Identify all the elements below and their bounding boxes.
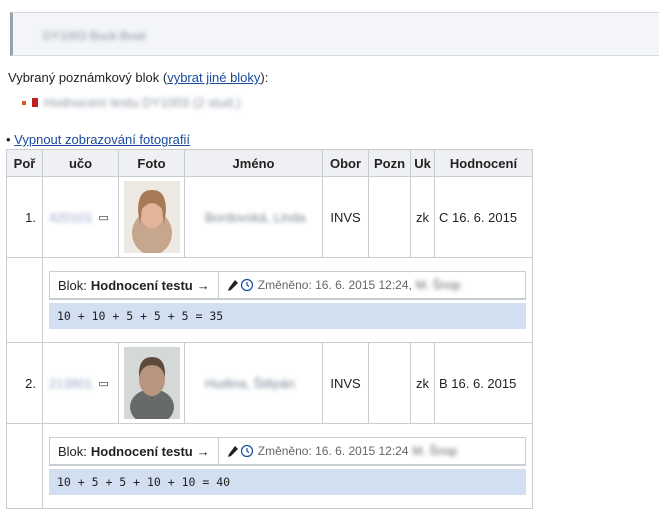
student-name: Hudina, Štěpán (184, 342, 323, 424)
table-header-row: Poř učo Foto Jméno Obor Pozn Uk Hodnocen… (6, 149, 533, 177)
edit-history-icon[interactable] (227, 278, 254, 292)
course-header-text: DY1003 Bock-Bvwl (43, 29, 146, 43)
col-header-completion[interactable]: Uk (410, 149, 435, 177)
col-header-name[interactable]: Jméno (184, 149, 323, 177)
message-icon[interactable]: ▭ (98, 377, 108, 390)
row-order: 1. (6, 176, 43, 258)
history-icon (240, 278, 253, 292)
changed-by: M. Šnop (412, 444, 458, 458)
selected-notebook-suffix: ): (260, 70, 269, 85)
block-name[interactable]: Hodnocení testu (91, 444, 193, 459)
student-name: Bordovská, Linda (184, 176, 323, 258)
row-order: 2. (6, 342, 43, 424)
toggle-photos-link[interactable]: Vypnout zobrazování fotografií (14, 132, 190, 147)
block-detail-row: Blok: Hodnocení testu → Změněno: 16. 6. … (6, 423, 533, 509)
selected-block-name: Hodnocení testu DY1003 (2 stud.) (44, 95, 241, 110)
changed-timestamp: Změněno: 16. 6. 2015 12:24, (257, 278, 412, 292)
selected-notebook-label: Vybraný poznámkový blok ( (8, 70, 168, 85)
block-detail-row: Blok: Hodnocení testu → Změněno: 16. 6. … (6, 257, 533, 343)
student-field: INVS (322, 176, 369, 258)
message-icon[interactable]: ▭ (98, 211, 108, 224)
arrow-right-icon[interactable]: → (197, 278, 210, 293)
block-panel: Blok: Hodnocení testu → Změněno: 16. 6. … (49, 271, 526, 300)
student-note (368, 176, 411, 258)
col-header-field[interactable]: Obor (322, 149, 369, 177)
selected-block-item: Hodnocení testu DY1003 (2 stud.) (22, 95, 241, 110)
changed-by: M. Šnop (415, 278, 461, 292)
toggle-photos-bullet: • (6, 132, 15, 147)
changed-timestamp: Změněno: 16. 6. 2015 12:24 (257, 444, 409, 458)
block-panel: Blok: Hodnocení testu → Změněno: 16. 6. … (49, 437, 526, 466)
points-formula: 10 + 10 + 5 + 5 + 5 = 35 (49, 303, 526, 329)
table-row: 2. 213801 ▭ Hudina, Štěpán INVS zk B 16. (6, 342, 533, 424)
block-name[interactable]: Hodnocení testu (91, 278, 193, 293)
uco-value[interactable]: 213801 (49, 376, 92, 391)
col-header-photo[interactable]: Foto (118, 149, 185, 177)
col-header-order[interactable]: Poř (6, 149, 43, 177)
col-header-note[interactable]: Pozn (368, 149, 411, 177)
col-header-uco[interactable]: učo (42, 149, 119, 177)
col-header-grade[interactable]: Hodnocení (434, 149, 533, 177)
toggle-photos-line: • Vypnout zobrazování fotografií (6, 132, 190, 147)
student-photo (123, 347, 180, 419)
student-field: INVS (322, 342, 369, 424)
table-row: 1. 420101 ▭ Bordovská, Linda INVS zk C 1… (6, 176, 533, 258)
students-table: Poř učo Foto Jméno Obor Pozn Uk Hodnocen… (6, 149, 533, 509)
grade-value: B 16. 6. 2015 (434, 342, 533, 424)
edit-icon (227, 279, 238, 291)
block-label: Blok: (58, 443, 87, 459)
block-label: Blok: (58, 277, 87, 293)
completion-type: zk (410, 342, 435, 424)
completion-type: zk (410, 176, 435, 258)
selected-notebook-line: Vybraný poznámkový blok (vybrat jiné blo… (8, 70, 268, 85)
history-icon (240, 444, 253, 458)
uco-value[interactable]: 420101 (49, 210, 92, 225)
arrow-right-icon[interactable]: → (197, 444, 210, 459)
edit-icon (227, 445, 238, 457)
grade-value: C 16. 6. 2015 (434, 176, 533, 258)
bullet-icon (22, 100, 26, 105)
points-formula: 10 + 5 + 5 + 10 + 10 = 40 (49, 469, 526, 495)
student-photo (123, 181, 180, 253)
course-header-bar: DY1003 Bock-Bvwl (10, 12, 659, 56)
student-note (368, 342, 411, 424)
choose-other-blocks-link[interactable]: vybrat jiné bloky (167, 70, 260, 85)
block-marker-icon (32, 98, 38, 107)
edit-history-icon[interactable] (227, 444, 254, 458)
